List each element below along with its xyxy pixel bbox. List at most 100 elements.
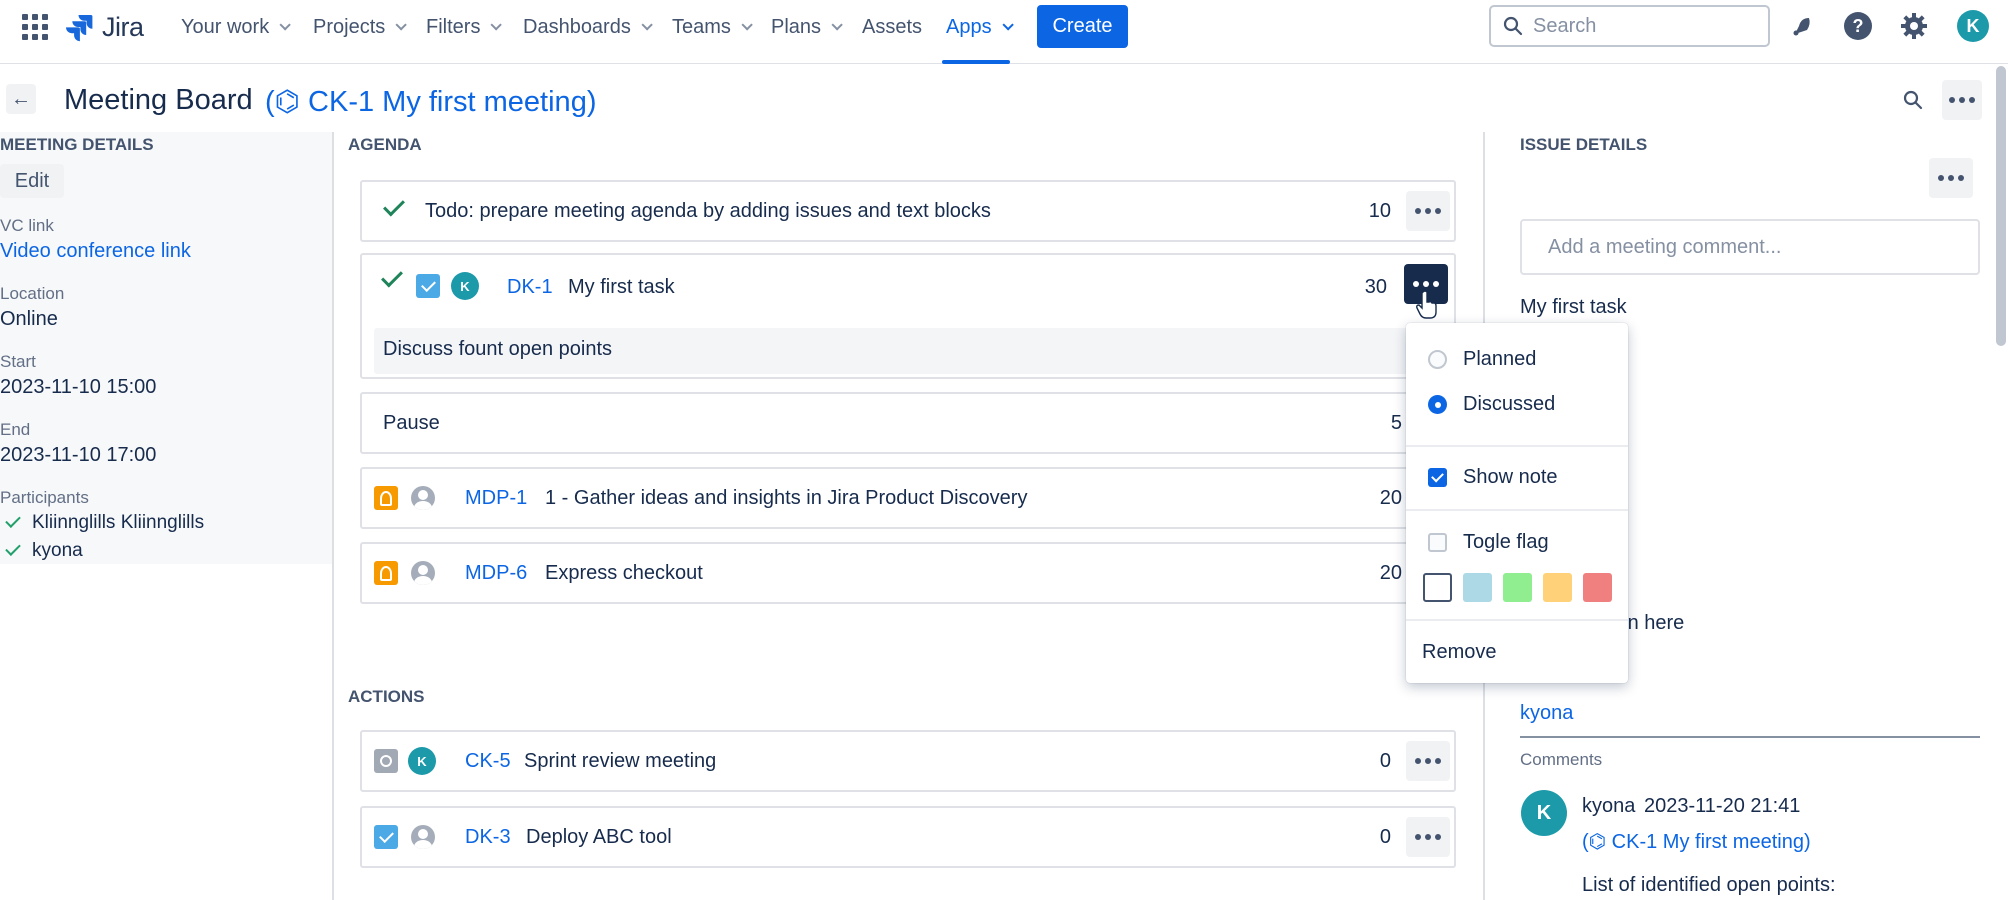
vc-link[interactable]: Video conference link [0,240,191,263]
nav-plans[interactable]: Plans [771,13,843,41]
notifications-icon[interactable] [1787,10,1819,42]
chevron-down-icon [395,19,408,31]
comment-timestamp: 2023-11-20 21:41 [1644,795,1801,817]
chevron-down-icon [490,19,503,31]
flag-color-swatch[interactable] [1503,573,1532,602]
flag-color-swatch[interactable] [1543,573,1572,602]
nav-apps[interactable]: Apps [946,13,1014,41]
chevron-down-icon [831,19,843,31]
menu-divider [1406,509,1628,511]
column-divider [332,132,334,900]
action-item[interactable]: K CK-5 Sprint review meeting 0 [360,730,1456,792]
agenda-item[interactable]: Pause 5 [360,392,1456,454]
hand-cursor-icon [1416,290,1437,319]
issue-details-title: ISSUE DETAILS [1520,135,1648,154]
search-input[interactable] [1533,14,1753,38]
nav-assets[interactable]: Assets [862,13,922,41]
participant-item: Kliinnglills Kliinnglills [5,512,205,534]
comment-author: kyona [1582,795,1636,817]
header-more-button[interactable] [1942,80,1982,120]
participant-item: kyona [5,540,83,562]
idea-icon [374,561,398,585]
jira-logo-icon [66,15,93,42]
logo-text: Jira [102,11,144,42]
menu-option-discussed[interactable]: Discussed [1428,393,1555,416]
flag-color-swatch[interactable] [1583,573,1612,602]
participants-label: Participants [0,488,89,507]
agenda-item-text: Express checkout [545,562,703,584]
task-checkbox-icon [374,825,398,849]
menu-divider [1406,445,1628,447]
user-avatar[interactable]: K [1957,10,1989,42]
page-scrollbar[interactable] [1996,66,2006,346]
issue-key-link[interactable]: MDP-6 [465,562,527,585]
back-arrow-icon[interactable]: ← [6,84,36,114]
edit-meeting-button[interactable]: Edit [0,164,64,198]
meeting-issue-link[interactable]: (⌬ CK-1 My first meeting) [265,84,596,119]
agenda-item-duration: 20 [1379,487,1402,509]
issue-key-link[interactable]: CK-5 [465,750,511,773]
nav-label: Projects [313,15,386,38]
location-value: Online [0,308,58,330]
agenda-item[interactable]: Todo: prepare meeting agenda by adding i… [360,180,1456,242]
nav-filters[interactable]: Filters [426,13,503,41]
unassigned-user-icon [411,561,435,585]
participant-name: Kliinnglills Kliinnglills [32,512,205,533]
check-icon [5,512,21,528]
nav-label: Plans [771,15,822,38]
action-item-duration: 0 [1379,750,1391,772]
search-box[interactable] [1489,5,1770,47]
agenda-item-more-button[interactable] [1406,191,1450,231]
flag-color-swatch[interactable] [1423,573,1452,602]
more-dots-icon [1413,281,1439,287]
menu-option-toggle-flag[interactable]: Togle flag [1428,531,1549,554]
menu-divider [1406,619,1628,621]
nav-your-work[interactable]: Your work [181,13,291,41]
task-checkbox-icon [416,274,440,298]
nav-label: Filters [426,15,481,38]
nav-teams[interactable]: Teams [672,13,753,41]
active-nav-indicator [942,60,1010,64]
comment-meeting-link[interactable]: (⌬ CK-1 My first meeting) [1582,829,1811,854]
location-label: Location [0,284,65,303]
issue-key-link[interactable]: MDP-1 [465,487,527,510]
end-value: 2023-11-10 17:00 [0,444,157,466]
nav-label: Teams [672,15,731,38]
more-dots-icon [1415,208,1441,214]
meeting-comment-input[interactable] [1520,219,1980,275]
start-value: 2023-11-10 15:00 [0,376,157,398]
menu-option-show-note[interactable]: Show note [1428,466,1558,489]
vc-link-label: VC link [0,216,54,235]
more-dots-icon [1949,97,1975,103]
menu-option-planned[interactable]: Planned [1428,348,1536,371]
menu-option-remove[interactable]: Remove [1422,641,1496,664]
agenda-title: AGENDA [348,135,422,154]
task-status-icon [374,749,398,773]
issue-details-more-button[interactable] [1929,158,1973,198]
app-switcher-icon[interactable] [22,14,48,40]
action-item-more-button[interactable] [1406,817,1450,857]
action-item-more-button[interactable] [1406,741,1450,781]
jira-logo[interactable]: Jira [64,10,144,44]
flag-color-swatch[interactable] [1463,573,1492,602]
section-divider [1520,736,1980,738]
create-button[interactable]: Create [1037,5,1128,48]
agenda-item[interactable]: MDP-1 1 - Gather ideas and insights in J… [360,467,1456,529]
nav-projects[interactable]: Projects [313,13,408,41]
nav-label: Assets [862,15,923,38]
nav-dashboards[interactable]: Dashboards [523,13,653,41]
issue-key-link[interactable]: DK-3 [465,826,511,849]
chevron-down-icon [741,19,753,31]
agenda-item[interactable]: MDP-6 Express checkout 20 [360,542,1456,604]
chevron-down-icon [279,19,291,31]
help-icon[interactable]: ? [1842,10,1874,42]
chevron-down-icon [641,19,653,31]
issue-key-link[interactable]: DK-1 [507,276,553,299]
assignee-link[interactable]: kyona [1520,702,1573,725]
board-search-icon[interactable] [1893,80,1933,120]
settings-gear-icon[interactable] [1898,10,1930,42]
check-icon [383,194,405,217]
action-item-text: Sprint review meeting [524,750,717,772]
issue-name: My first task [1520,296,1627,318]
action-item[interactable]: DK-3 Deploy ABC tool 0 [360,806,1456,868]
